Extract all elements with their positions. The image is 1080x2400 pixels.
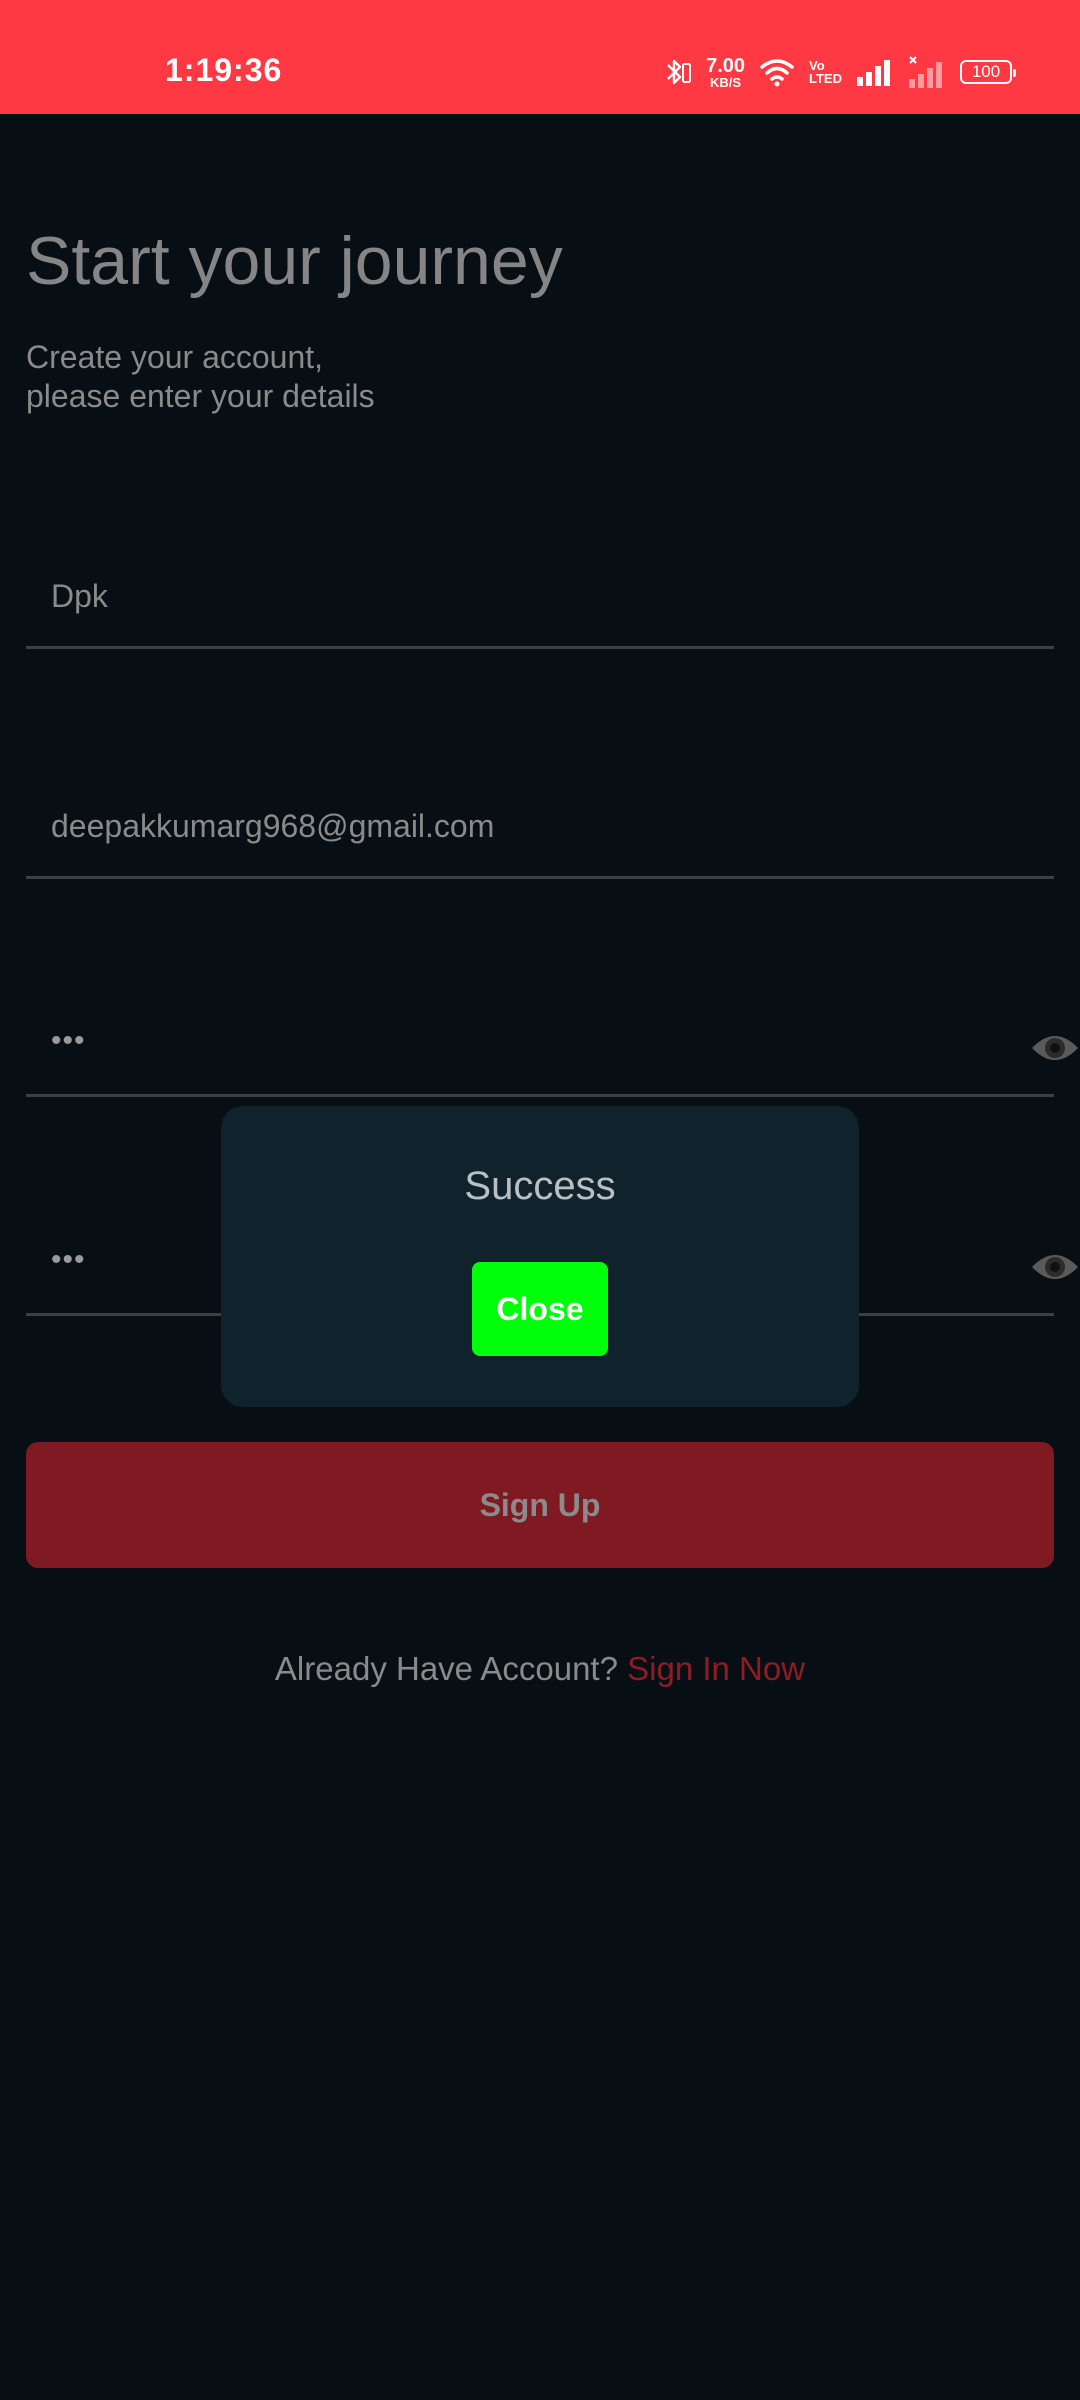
network-speed-unit: KB/S [710, 74, 742, 90]
no-signal-icon [908, 55, 946, 89]
volte-indicator: Vo LTED [809, 59, 842, 85]
network-speed-value: 7.00 [706, 54, 746, 77]
signup-screen: 1:19:36 7.00 KB/S Vo LTED 100 Start your… [0, 0, 1080, 2400]
page-subtitle: Create your account, please enter your d… [26, 338, 375, 416]
status-bar: 1:19:36 7.00 KB/S Vo LTED 100 [0, 0, 1080, 114]
email-value: deepakkumarg968@gmail.com [51, 808, 495, 844]
sign-up-button[interactable]: Sign Up [26, 1442, 1054, 1568]
sign-in-link[interactable]: Sign In Now [627, 1650, 805, 1687]
status-time: 1:19:36 [165, 52, 283, 88]
sign-in-prompt: Already Have Account? Sign In Now [0, 1650, 1080, 1688]
subtitle-line-1: Create your account, [26, 339, 324, 375]
show-password-eye-icon[interactable] [1030, 1028, 1080, 1068]
sign-in-prompt-text: Already Have Account? [274, 1650, 618, 1687]
subtitle-line-2: please enter your details [26, 378, 375, 414]
show-confirm-password-eye-icon[interactable] [1030, 1247, 1080, 1287]
email-field[interactable]: deepakkumarg968@gmail.com [26, 790, 1054, 879]
name-value: Dpk [51, 578, 108, 614]
dialog-title: Success [464, 1164, 616, 1208]
name-field[interactable]: Dpk [26, 560, 1054, 649]
battery-icon: 100 [960, 60, 1016, 84]
signal-strength-icon [856, 57, 894, 87]
wifi-icon [759, 56, 795, 88]
network-speed: 7.00 KB/S [706, 56, 745, 89]
password-value: ••• [51, 1024, 86, 1057]
close-button[interactable]: Close [472, 1262, 608, 1356]
password-field[interactable]: ••• [26, 1010, 1078, 1097]
bluetooth-icon [664, 56, 692, 88]
status-icons: 7.00 KB/S Vo LTED 100 [664, 52, 1016, 92]
confirm-password-value: ••• [51, 1243, 86, 1276]
volte-bottom: LTED [809, 71, 842, 86]
page-title: Start your journey [26, 223, 563, 299]
success-dialog: Success Close [221, 1106, 859, 1407]
